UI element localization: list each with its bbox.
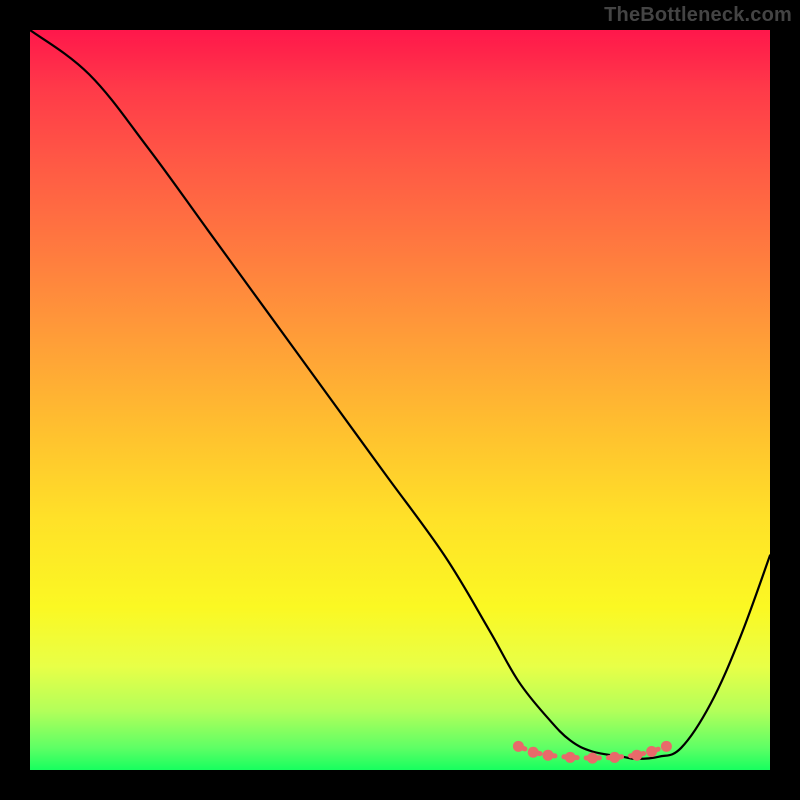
marker-dot xyxy=(513,741,524,752)
plot-area xyxy=(30,30,770,770)
chart-container: TheBottleneck.com xyxy=(0,0,800,800)
marker-dot xyxy=(609,752,620,763)
marker-dot xyxy=(587,753,598,764)
bottleneck-curve xyxy=(30,30,770,759)
marker-dot xyxy=(543,750,554,761)
marker-dot xyxy=(646,746,657,757)
marker-dot xyxy=(528,747,539,758)
watermark-text: TheBottleneck.com xyxy=(604,4,792,27)
marker-dot xyxy=(631,750,642,761)
curve-svg xyxy=(30,30,770,770)
marker-dot xyxy=(565,752,576,763)
marker-dot xyxy=(661,741,672,752)
